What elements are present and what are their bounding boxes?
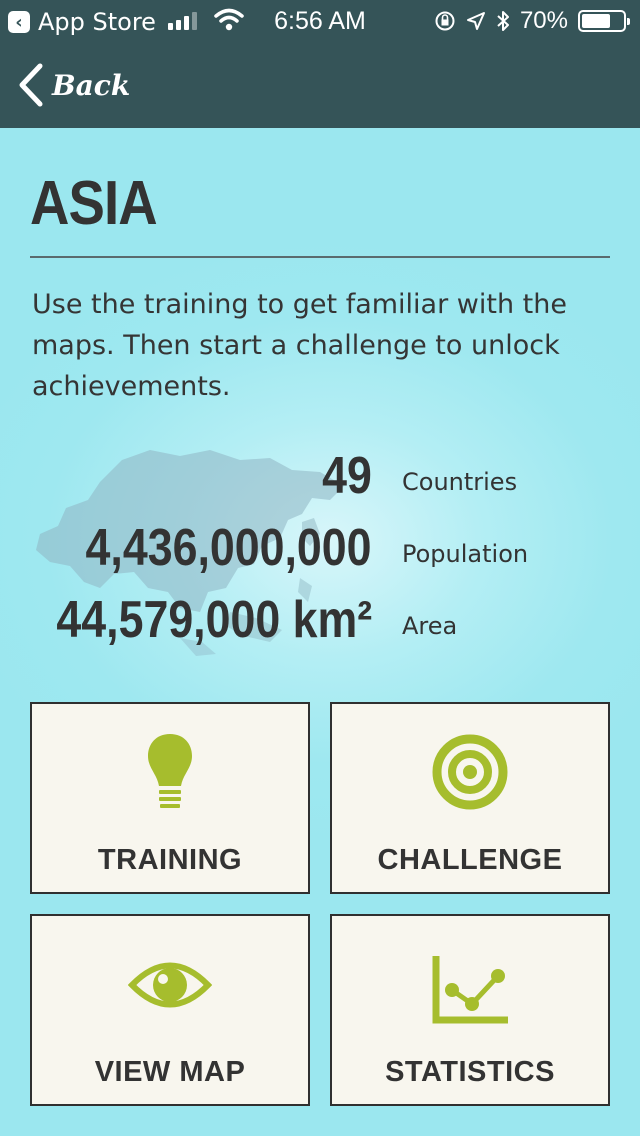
- battery-percent: 70%: [519, 7, 568, 34]
- view-map-label: VIEW MAP: [94, 1056, 246, 1088]
- back-label: Back: [52, 68, 131, 102]
- population-value: 4,436,000,000: [86, 519, 372, 577]
- statistics-button[interactable]: STATISTICS: [330, 914, 610, 1106]
- countries-label: Countries: [402, 468, 518, 496]
- page-title: ASIA: [30, 169, 158, 238]
- statistics-label: STATISTICS: [385, 1056, 555, 1088]
- bluetooth-icon: [497, 11, 509, 31]
- eye-icon: [128, 962, 212, 1008]
- target-icon: [432, 734, 508, 810]
- training-label: TRAINING: [97, 844, 243, 876]
- population-label: Population: [402, 540, 529, 568]
- countries-value: 49: [322, 447, 372, 505]
- back-button[interactable]: Back: [16, 62, 130, 108]
- line-chart-icon: [432, 956, 508, 1024]
- location-icon: [466, 12, 485, 30]
- battery-icon: [578, 10, 630, 32]
- chevron-left-icon: [19, 63, 43, 107]
- challenge-button[interactable]: CHALLENGE: [330, 702, 610, 894]
- lightbulb-icon: [148, 734, 192, 808]
- title-divider: [30, 256, 610, 258]
- view-map-button[interactable]: VIEW MAP: [30, 914, 310, 1106]
- challenge-label: CHALLENGE: [377, 844, 563, 876]
- region-description: Use the training to get familiar with th…: [32, 289, 567, 402]
- orientation-lock-icon: [435, 11, 455, 31]
- area-value: 44,579,000 km²: [56, 591, 372, 649]
- status-bar: ‹ App Store 6:56 AM 70%: [0, 0, 640, 42]
- area-label: Area: [402, 612, 458, 640]
- training-button[interactable]: TRAINING: [30, 702, 310, 894]
- top-bar: ‹ App Store 6:56 AM 70% Back: [0, 0, 640, 128]
